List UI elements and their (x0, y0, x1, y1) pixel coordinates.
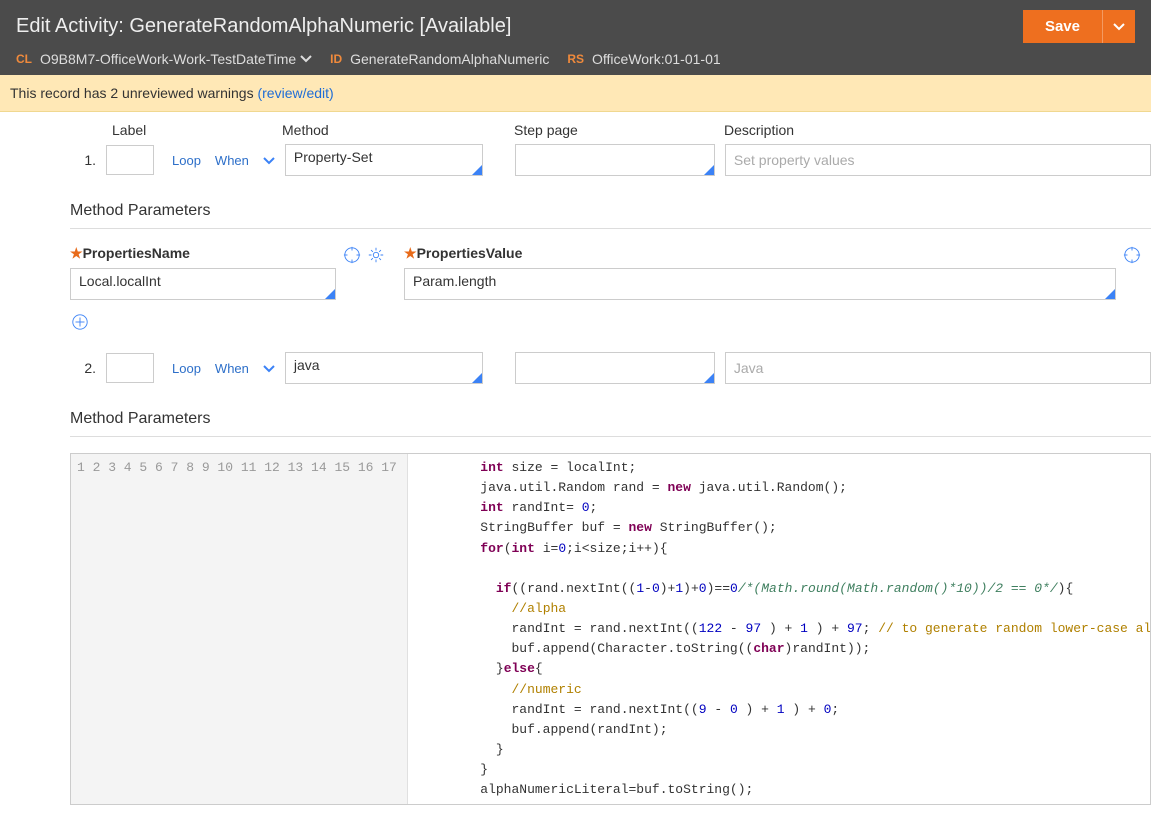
line-number-gutter: 1 2 3 4 5 6 7 8 9 10 11 12 13 14 15 16 1… (71, 454, 408, 804)
header-breadcrumb: CL O9B8M7-OfficeWork-Work-TestDateTime I… (16, 51, 1135, 67)
id-value: GenerateRandomAlphaNumeric (350, 51, 549, 67)
when-link[interactable]: When (215, 360, 275, 376)
review-edit-link[interactable]: (review/edit) (257, 85, 333, 101)
properties-name-block: ★PropertiesName Local.localInt (70, 245, 336, 300)
description-input[interactable] (725, 144, 1151, 176)
cl-value[interactable]: O9B8M7-OfficeWork-Work-TestDateTime (40, 51, 312, 67)
step-page-input[interactable] (515, 352, 715, 384)
properties-value-input[interactable]: Param.length (404, 268, 1116, 300)
method-parameters-heading: Method Parameters (70, 202, 1151, 229)
method-parameters-heading: Method Parameters (70, 410, 1151, 437)
header-top-row: Edit Activity: GenerateRandomAlphaNumeri… (16, 10, 1135, 43)
code-body[interactable]: int size = localInt; java.util.Random ra… (408, 454, 1150, 804)
parameters-row-1: ★PropertiesName Local.localInt ★Properti… (70, 245, 1151, 300)
col-step: Step page (514, 122, 724, 138)
label-input[interactable] (106, 145, 154, 175)
target-icon[interactable] (1122, 245, 1142, 265)
page-header: Edit Activity: GenerateRandomAlphaNumeri… (0, 0, 1151, 75)
step-row-1: 1. Loop When Property-Set (70, 144, 1151, 176)
properties-name-label: ★PropertiesName (70, 245, 336, 262)
loop-link[interactable]: Loop (172, 361, 201, 376)
save-button-group: Save (1023, 10, 1135, 43)
method-value: Property-Set (294, 149, 373, 165)
properties-name-icons (342, 245, 386, 269)
content-area: Label Method Step page Description 1. Lo… (0, 112, 1151, 805)
step-page-input[interactable] (515, 144, 715, 176)
label-input[interactable] (106, 353, 154, 383)
method-value: java (294, 357, 320, 373)
step-column-headers: Label Method Step page Description (70, 122, 1151, 138)
chevron-down-icon (1113, 19, 1125, 34)
cl-label: CL (16, 52, 32, 66)
when-link-text: When (215, 361, 249, 376)
when-link-text: When (215, 153, 249, 168)
properties-name-input[interactable]: Local.localInt (70, 268, 336, 300)
chevron-down-icon (300, 51, 312, 67)
java-code-editor[interactable]: 1 2 3 4 5 6 7 8 9 10 11 12 13 14 15 16 1… (70, 453, 1151, 805)
save-button[interactable]: Save (1023, 10, 1102, 43)
cl-value-text: O9B8M7-OfficeWork-Work-TestDateTime (40, 51, 296, 67)
page-title: Edit Activity: GenerateRandomAlphaNumeri… (16, 15, 511, 38)
col-method: Method (282, 122, 514, 138)
id-label: ID (330, 52, 342, 66)
chevron-down-icon (263, 360, 275, 376)
col-label: Label (70, 122, 282, 138)
chevron-down-icon (263, 152, 275, 168)
properties-name-value: Local.localInt (79, 273, 161, 289)
col-description: Description (724, 122, 1151, 138)
properties-name-label-text: PropertiesName (83, 245, 190, 261)
properties-value-label-text: PropertiesValue (417, 245, 523, 261)
when-link[interactable]: When (215, 152, 275, 168)
method-input[interactable]: Property-Set (285, 144, 483, 176)
properties-value-text: Param.length (413, 273, 496, 289)
description-input[interactable] (725, 352, 1151, 384)
step-number: 2. (70, 360, 106, 376)
properties-value-block: ★PropertiesValue Param.length (404, 245, 1116, 300)
gear-icon[interactable] (366, 245, 386, 265)
save-dropdown-button[interactable] (1102, 10, 1135, 43)
add-parameter-row (70, 312, 1151, 334)
step-number: 1. (70, 152, 106, 168)
warning-bar: This record has 2 unreviewed warnings (r… (0, 75, 1151, 112)
target-icon[interactable] (342, 245, 362, 265)
loop-link[interactable]: Loop (172, 153, 201, 168)
properties-value-label: ★PropertiesValue (404, 245, 1116, 262)
rs-value: OfficeWork:01-01-01 (592, 51, 721, 67)
warning-text: This record has 2 unreviewed warnings (10, 85, 257, 101)
rs-label: RS (567, 52, 584, 66)
plus-icon[interactable] (70, 312, 90, 332)
step-row-2: 2. Loop When java (70, 352, 1151, 384)
properties-value-icons (1122, 245, 1142, 269)
method-input[interactable]: java (285, 352, 483, 384)
